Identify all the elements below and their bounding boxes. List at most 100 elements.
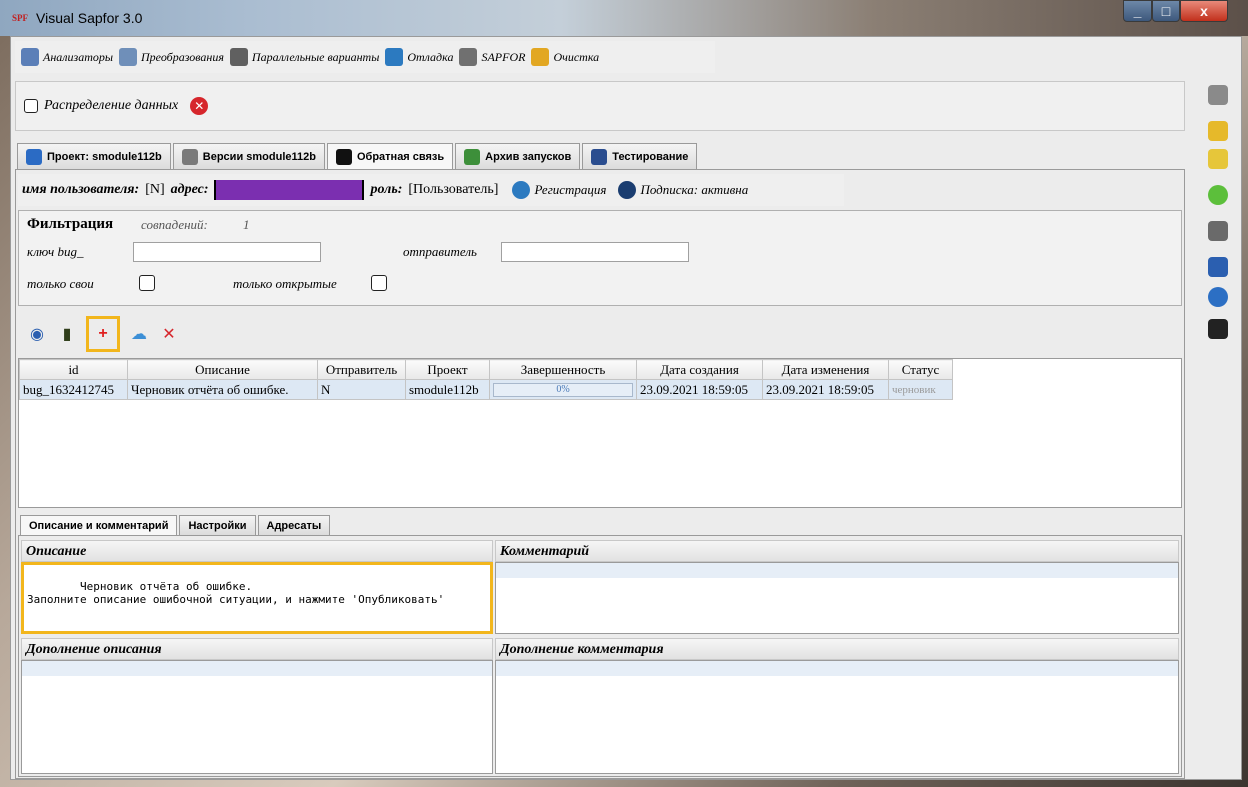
close-window-button[interactable]: x bbox=[1180, 0, 1228, 22]
tab-testing[interactable]: Тестирование bbox=[582, 143, 698, 169]
distribution-close-icon[interactable]: ✕ bbox=[190, 97, 209, 115]
tab-bug[interactable]: Обратная связь bbox=[326, 143, 454, 170]
user-key-icon[interactable] bbox=[1208, 85, 1228, 105]
own-only-checkbox[interactable] bbox=[139, 275, 155, 291]
archive-icon bbox=[464, 148, 481, 165]
column-header[interactable]: Отправитель bbox=[317, 359, 406, 380]
description-text: Черновик отчёта об ошибке. Заполните опи… bbox=[27, 580, 445, 606]
column-header[interactable]: Дата создания bbox=[636, 359, 763, 380]
main-menu-bar: Анализаторы Преобразования Параллельные ва… bbox=[15, 41, 715, 73]
comment-addendum-header: Дополнение комментария bbox=[495, 638, 1179, 660]
menu-item-3[interactable]: Отладка bbox=[385, 48, 453, 66]
address-redacted bbox=[214, 180, 365, 200]
menu-item-label: Преобразования bbox=[141, 49, 224, 64]
matches-value: 1 bbox=[243, 217, 250, 232]
tab-label: Проект: smodule112b bbox=[47, 150, 162, 163]
tab-tree[interactable]: Версии smodule112b bbox=[172, 143, 325, 169]
app-icon: SPF bbox=[12, 13, 29, 23]
menu-item-1[interactable]: Преобразования bbox=[119, 48, 224, 66]
description-addendum-textarea[interactable] bbox=[21, 660, 493, 774]
bug-table-grid: id Описание Отправитель Проект Завершенность… bbox=[19, 359, 953, 400]
description-addendum-stripe bbox=[22, 661, 492, 676]
register-icon bbox=[512, 181, 531, 199]
column-header[interactable]: id bbox=[19, 359, 128, 380]
transform-icon bbox=[119, 48, 137, 66]
comment-header: Комментарий bbox=[495, 540, 1179, 562]
filter-panel: Фильтрация совпадений: 1 ключ bug_ отпра… bbox=[18, 210, 1182, 306]
column-header[interactable]: Проект bbox=[405, 359, 490, 380]
subscription-button[interactable]: Подписка: активна bbox=[618, 181, 748, 199]
subscription-label: Подписка: активна bbox=[640, 182, 749, 197]
menu-item-2[interactable]: Параллельные варианты bbox=[229, 48, 380, 66]
tab-label: Тестирование bbox=[612, 150, 689, 163]
folder-add-icon[interactable] bbox=[1208, 149, 1228, 169]
key-label: ключ bug_ bbox=[27, 244, 84, 259]
upload-cloud-icon[interactable]: ☁ bbox=[128, 323, 150, 345]
menu-item-label: Параллельные варианты bbox=[251, 49, 380, 64]
details-tab-2[interactable]: Адресаты bbox=[257, 515, 331, 535]
comment-addendum-stripe bbox=[496, 661, 1178, 676]
minimize-button[interactable]: _ bbox=[1123, 0, 1152, 22]
analyzer-icon bbox=[21, 48, 39, 66]
delete-icon[interactable]: ✕ bbox=[158, 323, 180, 345]
details-tab-0[interactable]: Описание и комментарий bbox=[20, 515, 178, 535]
sync-side-icon[interactable] bbox=[1208, 257, 1228, 277]
user-label: имя пользователя: bbox=[22, 182, 140, 197]
bug-icon bbox=[335, 149, 352, 165]
own-only-label: только свои bbox=[27, 276, 94, 291]
address-label: адрес: bbox=[170, 182, 209, 197]
menu-item-5[interactable]: Очистка bbox=[531, 48, 599, 66]
window-titlebar: SPF Visual Sapfor 3.0 _ □ x bbox=[0, 0, 1248, 36]
maximize-button[interactable]: □ bbox=[1152, 0, 1180, 22]
distribution-checkbox[interactable] bbox=[24, 99, 38, 113]
cell-created: 23.09.2021 18:59:05 bbox=[636, 379, 763, 400]
details-tab-1[interactable]: Настройки bbox=[179, 515, 256, 535]
column-header[interactable]: Статус bbox=[888, 359, 953, 380]
broom-icon bbox=[531, 48, 550, 66]
tree-icon bbox=[181, 148, 198, 165]
sync-icon[interactable]: ◉ bbox=[26, 323, 48, 345]
tab-archive[interactable]: Архив запусков bbox=[455, 143, 581, 169]
description-textarea[interactable]: Черновик отчёта об ошибке. Заполните опи… bbox=[21, 562, 493, 634]
menu-item-label: Анализаторы bbox=[43, 49, 113, 64]
tab-label: Версии smodule112b bbox=[202, 150, 316, 163]
column-header[interactable]: Описание bbox=[127, 359, 318, 380]
bug-table: id Описание Отправитель Проект Завершенность… bbox=[18, 358, 1182, 508]
menu-item-4[interactable]: SAPFOR bbox=[459, 48, 525, 66]
comment-textarea[interactable] bbox=[495, 562, 1179, 634]
book-icon[interactable]: ▮ bbox=[56, 323, 78, 345]
menu-item-0[interactable]: Анализаторы bbox=[21, 48, 113, 66]
cell-id: bug_1632412745 bbox=[19, 379, 128, 400]
bug-actions-toolbar: ◉ ▮ + ☁ ✕ bbox=[18, 313, 1182, 355]
matches-label: совпадений: bbox=[141, 217, 208, 232]
help-icon[interactable] bbox=[1208, 287, 1228, 307]
bug-key-input[interactable] bbox=[133, 242, 321, 262]
tab-label: Архив запусков bbox=[485, 150, 572, 163]
distribution-label: Распределение данных bbox=[44, 98, 179, 113]
tab-label: Обратная связь bbox=[356, 151, 445, 163]
comment-addendum-textarea[interactable] bbox=[495, 660, 1179, 774]
cell-modified: 23.09.2021 18:59:05 bbox=[762, 379, 889, 400]
sapfor-icon bbox=[459, 48, 478, 66]
role-value: [Пользователь] bbox=[408, 182, 499, 197]
menu-item-label: Отладка bbox=[407, 49, 454, 64]
tab-project[interactable]: Проект: smodule112b bbox=[17, 143, 171, 169]
sender-input[interactable] bbox=[501, 242, 689, 262]
folder-open-icon[interactable] bbox=[1208, 121, 1228, 141]
user-bar: имя пользователя: [N] адрес: роль: [Поль… bbox=[18, 174, 844, 206]
open-only-checkbox[interactable] bbox=[371, 275, 387, 291]
debug-icon bbox=[385, 48, 404, 66]
close-green-icon[interactable] bbox=[1208, 185, 1228, 205]
table-row[interactable]: bug_1632412745 Черновик отчёта об ошибке.… bbox=[19, 379, 953, 400]
feedback-panel: имя пользователя: [N] адрес: роль: [Поль… bbox=[15, 169, 1185, 779]
comment-stripe bbox=[496, 563, 1178, 578]
register-button[interactable]: Регистрация bbox=[512, 181, 606, 199]
cell-sender: N bbox=[317, 379, 406, 400]
table-header-row: id Описание Отправитель Проект Завершенность… bbox=[19, 359, 953, 380]
column-header[interactable]: Завершенность bbox=[489, 359, 637, 380]
add-icon[interactable]: + bbox=[86, 316, 120, 352]
column-header[interactable]: Дата изменения bbox=[762, 359, 889, 380]
camera-icon[interactable] bbox=[1208, 319, 1228, 339]
details-tabs: Описание и комментарий Настройки Адресаты bbox=[20, 515, 331, 535]
sapfor-side-icon[interactable] bbox=[1208, 221, 1228, 241]
